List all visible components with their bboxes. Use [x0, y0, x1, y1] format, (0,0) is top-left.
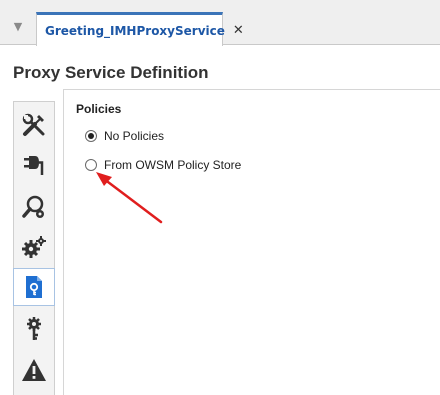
tab-title: Greeting_IMHProxyService: [45, 23, 225, 38]
no-policies-label: No Policies: [104, 129, 165, 143]
tab-greeting-imh-proxy-service[interactable]: Greeting_IMHProxyService ✕: [36, 12, 244, 46]
policies-panel: Policies No Policies From OWSM Policy St…: [63, 89, 440, 395]
warning-icon: [22, 359, 46, 381]
owsm-policy-store-label: From OWSM Policy Store: [104, 158, 242, 172]
nav-security[interactable]: [14, 310, 54, 348]
no-policies-radio[interactable]: [85, 130, 97, 142]
option-owsm-policy-store[interactable]: From OWSM Policy Store: [85, 158, 241, 172]
nav-warnings[interactable]: [14, 351, 54, 389]
owsm-policy-store-radio[interactable]: [85, 159, 97, 171]
editor-tab-bar: ▼ Greeting_IMHProxyService ✕: [0, 0, 440, 46]
search-gear-icon: [22, 195, 44, 218]
gears-icon: [22, 236, 46, 258]
page-title: Proxy Service Definition: [13, 63, 209, 82]
nav-transport[interactable]: [14, 146, 54, 184]
policies-heading: Policies: [76, 102, 122, 116]
nav-configuration[interactable]: [14, 228, 54, 266]
option-no-policies[interactable]: No Policies: [85, 129, 164, 143]
plug-icon: [24, 156, 44, 175]
side-navigation: [13, 101, 55, 395]
nav-transport-details[interactable]: [14, 188, 54, 226]
nav-general[interactable]: [14, 106, 54, 144]
nav-policies[interactable]: [13, 268, 55, 306]
close-icon[interactable]: ✕: [233, 23, 244, 38]
key-gear-icon: [27, 317, 41, 340]
tab-list-dropdown-icon[interactable]: ▼: [6, 16, 30, 36]
document-key-icon: [26, 276, 42, 298]
tools-icon: [22, 113, 45, 136]
